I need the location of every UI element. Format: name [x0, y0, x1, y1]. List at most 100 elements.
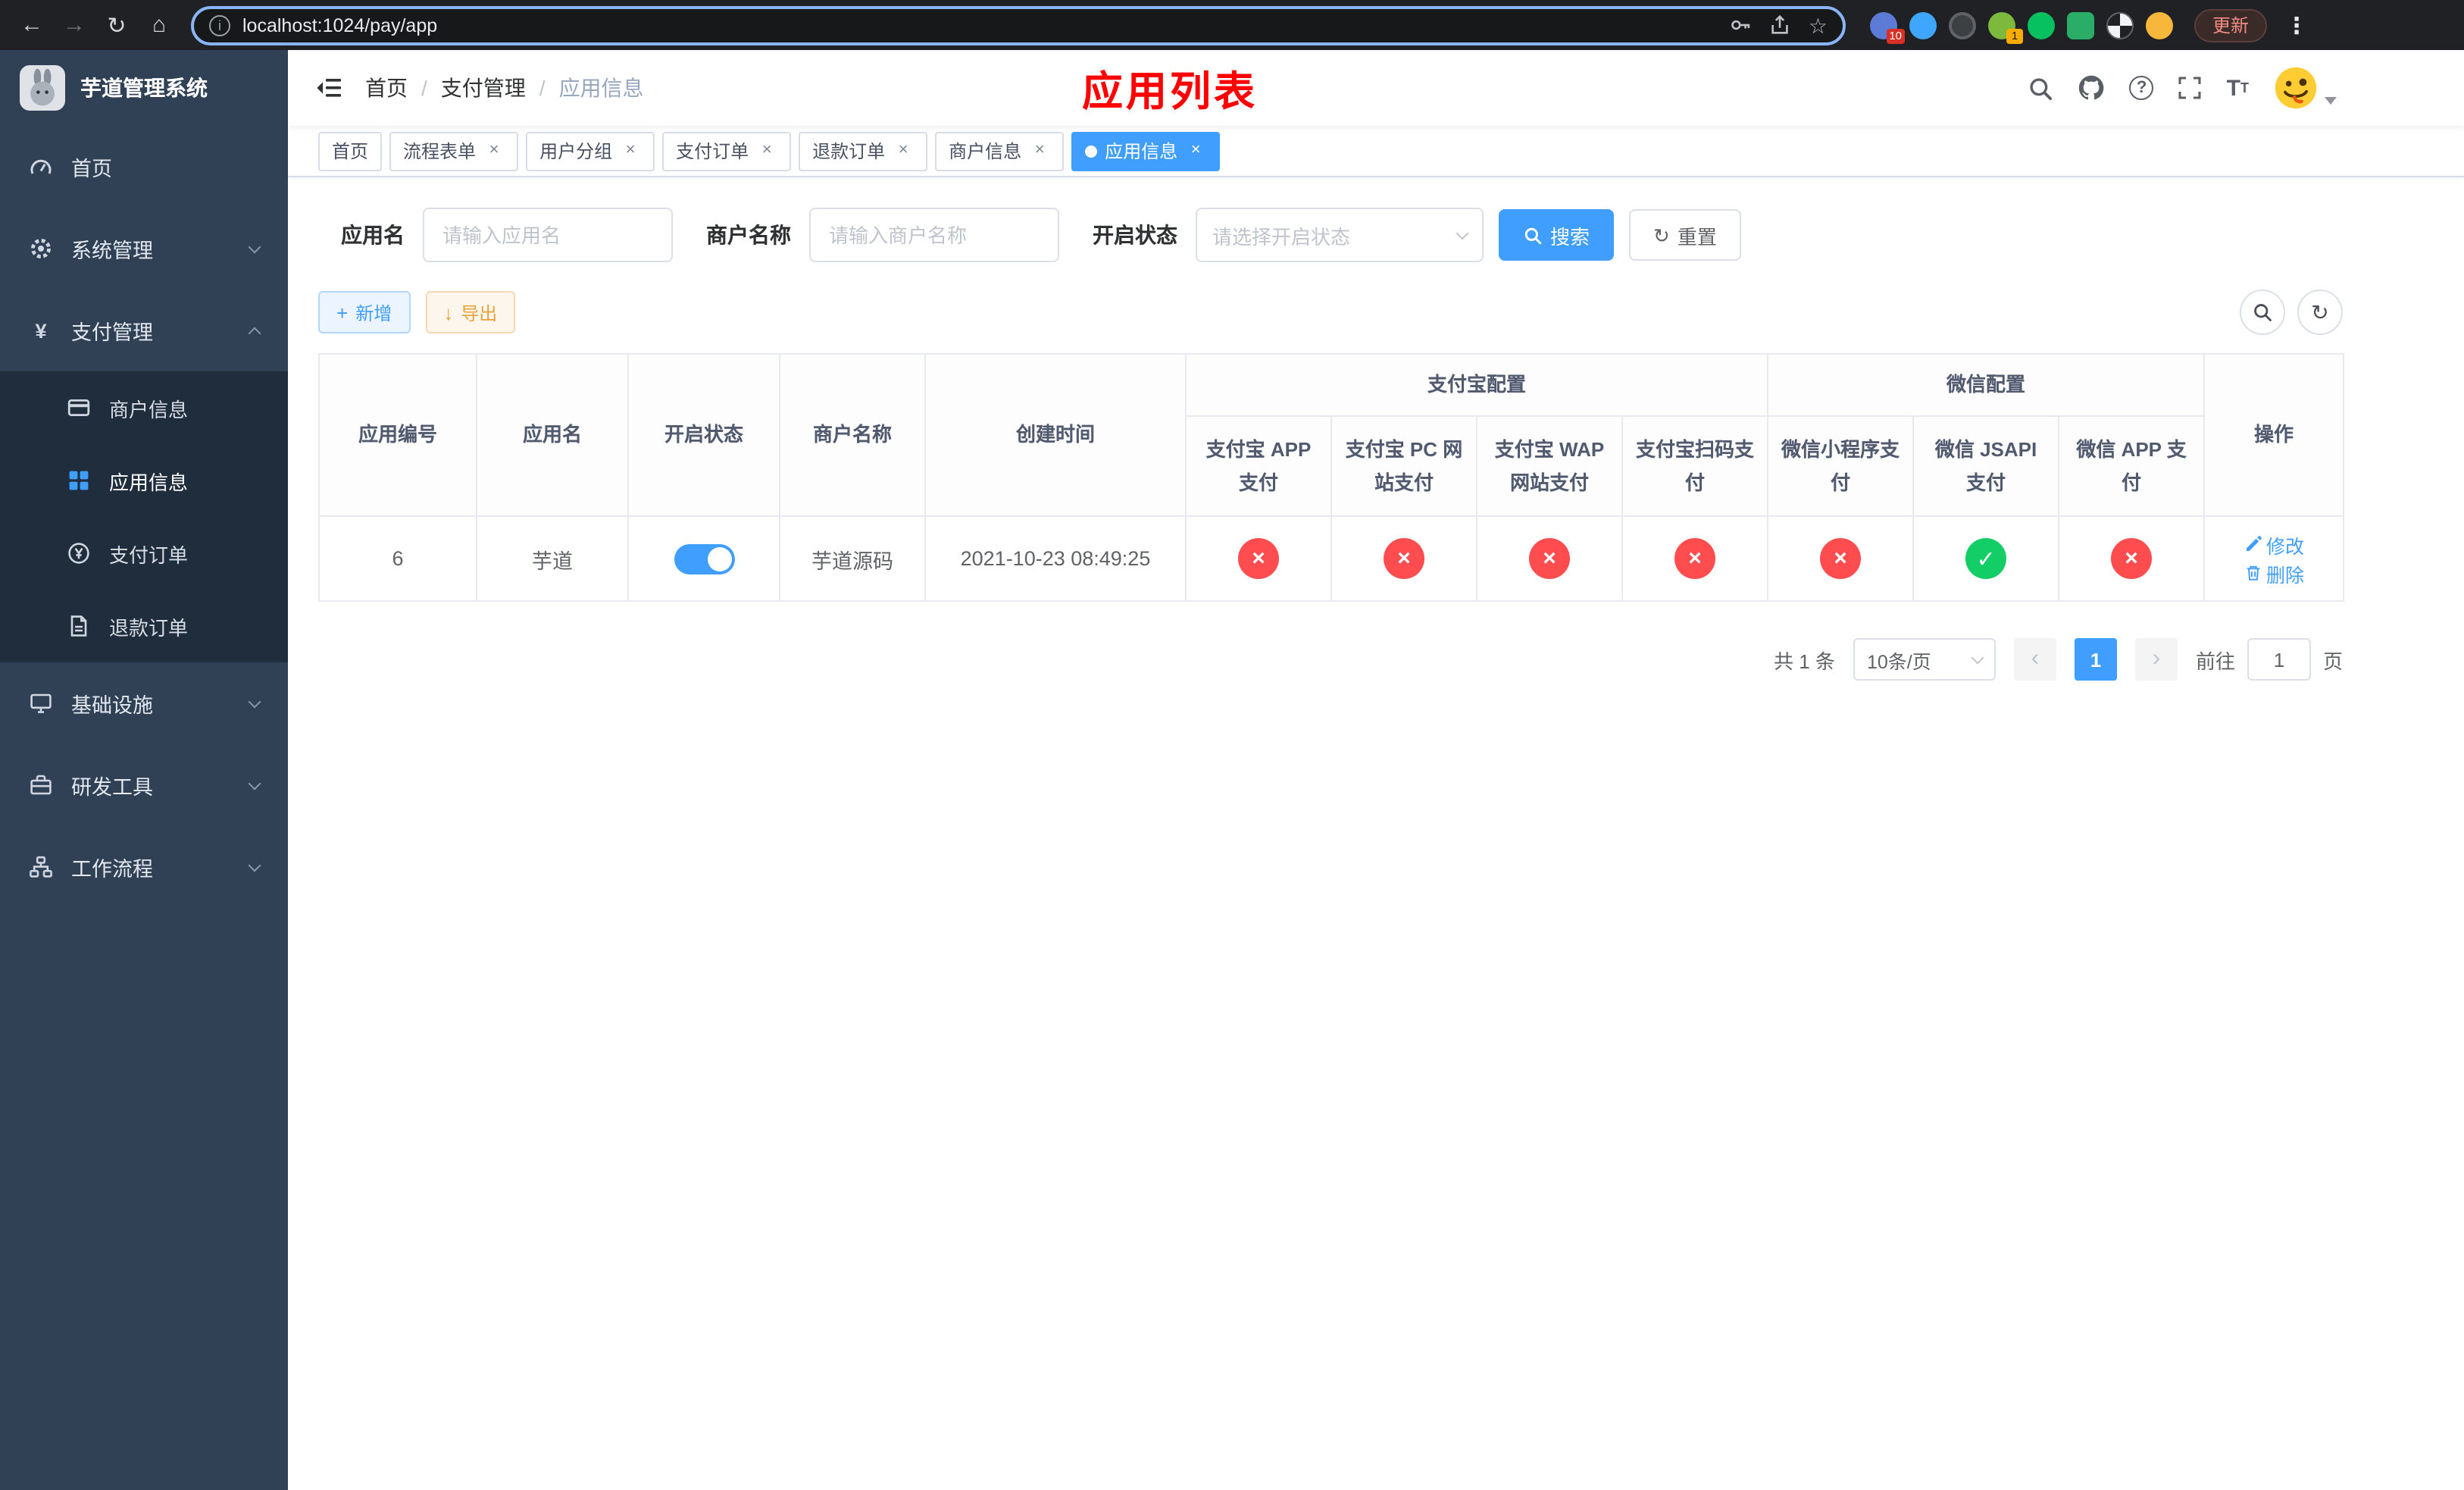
col-header-alipay-app: 支付宝 APP 支付: [1185, 415, 1332, 518]
col-header-alipay-qr: 支付宝扫码支付: [1621, 415, 1769, 518]
delete-link-label: 删除: [2266, 565, 2305, 587]
refund-order-icon: [67, 614, 91, 638]
sidebar-item-system[interactable]: 系统管理: [0, 208, 288, 290]
search-button[interactable]: 搜索: [1499, 209, 1615, 261]
tab-close-icon[interactable]: ×: [756, 140, 777, 161]
tab-label: 应用信息: [1105, 141, 1178, 162]
tab-home[interactable]: 首页: [318, 131, 383, 171]
group-header-wechat: 微信配置: [1767, 352, 2206, 418]
add-button[interactable]: + 新增: [318, 291, 411, 333]
browser-reload-button[interactable]: ↻: [97, 5, 136, 45]
toggle-search-button[interactable]: [2240, 290, 2285, 335]
tab-process-form[interactable]: 流程表单 ×: [389, 131, 519, 171]
goto-page-input[interactable]: [2247, 638, 2311, 681]
extension-icon-8[interactable]: [2146, 11, 2173, 39]
help-icon[interactable]: ?: [2129, 76, 2154, 100]
password-key-icon[interactable]: [1730, 14, 1753, 36]
tab-close-icon[interactable]: ×: [483, 140, 505, 161]
col-header-app-name: 应用名: [476, 352, 629, 518]
col-header-alipay-wap: 支付宝 WAP 网站支付: [1476, 415, 1623, 518]
sidebar: 芋道管理系统 首页 系统管理 ¥ 支付管理 商户信息 应用信息 支付订单 退款订…: [0, 50, 288, 1490]
sidebar-item-pay-order[interactable]: 支付订单: [0, 517, 288, 590]
pen-icon: [2246, 536, 2261, 552]
browser-menu-icon[interactable]: ⋮: [2276, 11, 2317, 39]
tab-close-icon[interactable]: ×: [893, 140, 914, 161]
search-icon[interactable]: [2028, 75, 2054, 101]
sidebar-item-label: 研发工具: [71, 776, 153, 799]
tab-merchant-info[interactable]: 商户信息 ×: [935, 131, 1065, 171]
breadcrumb-payment[interactable]: 支付管理: [408, 73, 526, 103]
page-size-select[interactable]: 10条/页: [1853, 638, 1996, 681]
tab-user-group[interactable]: 用户分组 ×: [526, 131, 655, 171]
github-icon[interactable]: [2078, 74, 2106, 102]
font-size-icon[interactable]: TT: [2227, 77, 2249, 99]
app-title: 芋道管理系统: [80, 76, 208, 100]
merchant-name-label: 商户名称: [706, 223, 791, 247]
bookmark-star-icon[interactable]: ☆: [1809, 14, 1828, 36]
refresh-table-button[interactable]: ↻: [2297, 290, 2343, 335]
browser-home-button[interactable]: ⌂: [139, 5, 179, 45]
sidebar-item-app-info[interactable]: 应用信息: [0, 444, 288, 517]
grid-icon: [67, 468, 91, 493]
sidebar-item-devtools[interactable]: 研发工具: [0, 744, 288, 826]
chevron-down-icon: [1971, 650, 1984, 664]
search-form: 应用名 商户名称 开启状态 请选择开启状态 搜索 ↻ 重置: [318, 208, 2343, 262]
export-button[interactable]: ↓ 导出: [425, 291, 516, 333]
prev-page-button[interactable]: ‹: [2013, 638, 2056, 681]
app-name-input[interactable]: [423, 208, 673, 262]
tab-close-icon[interactable]: ×: [1185, 140, 1206, 161]
address-bar[interactable]: i localhost:1024/pay/app ☆: [191, 5, 1846, 45]
status-icon: ×: [1529, 538, 1570, 580]
site-info-icon[interactable]: i: [209, 14, 230, 36]
extension-icon-4[interactable]: 1: [1988, 11, 2023, 43]
browser-update-button[interactable]: 更新: [2194, 8, 2268, 42]
sidebar-item-payment[interactable]: ¥ 支付管理: [0, 290, 288, 371]
sidebar-item-refund-order[interactable]: 退款订单: [0, 590, 288, 662]
next-page-button[interactable]: ›: [2134, 638, 2178, 681]
col-header-merchant: 商户名称: [779, 352, 926, 518]
page-number-1[interactable]: 1: [2074, 638, 2117, 681]
browser-back-button[interactable]: ←: [12, 5, 52, 45]
status-label: 开启状态: [1093, 223, 1177, 247]
extension-icon-6[interactable]: [2067, 11, 2094, 39]
status-select[interactable]: 请选择开启状态: [1196, 208, 1484, 262]
enabled-toggle[interactable]: [674, 543, 734, 574]
col-header-wechat-mini: 微信小程序支付: [1767, 415, 1915, 518]
sidebar-item-label: 支付管理: [71, 321, 153, 344]
app-name-label: 应用名: [341, 223, 405, 247]
sidebar-fold-icon[interactable]: [315, 76, 342, 100]
extension-icon-1[interactable]: 10: [1870, 11, 1905, 43]
cell-merchant: 芋道源码: [779, 515, 926, 603]
extension-icon-3[interactable]: [1949, 11, 1976, 39]
user-menu[interactable]: [2273, 65, 2337, 111]
reset-button[interactable]: ↻ 重置: [1629, 209, 1741, 261]
tab-close-icon[interactable]: ×: [620, 140, 641, 161]
extension-icon-7[interactable]: [2106, 11, 2134, 39]
breadcrumb-home[interactable]: 首页: [365, 73, 408, 103]
goto-label: 前往: [2195, 650, 2235, 673]
sidebar-item-workflow[interactable]: 工作流程: [0, 826, 288, 908]
tab-close-icon[interactable]: ×: [1029, 140, 1050, 161]
delete-link[interactable]: 删除: [2244, 559, 2304, 587]
sidebar-item-infra[interactable]: 基础设施: [0, 662, 288, 744]
sidebar-item-label: 应用信息: [109, 471, 189, 493]
browser-forward-button[interactable]: →: [55, 5, 94, 45]
sidebar-item-label: 商户信息: [109, 398, 189, 421]
extension-icon-5[interactable]: [2028, 11, 2055, 39]
extension-icon-2[interactable]: [1909, 11, 1937, 39]
tab-pay-order[interactable]: 支付订单 ×: [662, 131, 792, 171]
edit-link[interactable]: 修改: [2244, 530, 2304, 559]
status-select-placeholder: 请选择开启状态: [1212, 225, 1351, 248]
chevron-down-icon: [248, 776, 261, 790]
col-header-alipay-pc: 支付宝 PC 网站支付: [1330, 415, 1477, 518]
tab-refund-order[interactable]: 退款订单 ×: [799, 131, 928, 171]
navbar-actions: ? TT: [2028, 65, 2337, 111]
sidebar-item-merchant-info[interactable]: 商户信息: [0, 371, 288, 444]
share-icon[interactable]: [1769, 14, 1792, 36]
sidebar-item-label: 退款订单: [109, 616, 189, 639]
pay-order-icon: [67, 541, 91, 565]
sidebar-item-home[interactable]: 首页: [0, 126, 288, 208]
merchant-name-input[interactable]: [809, 208, 1059, 262]
tab-app-info[interactable]: 应用信息 ×: [1071, 131, 1221, 171]
fullscreen-icon[interactable]: [2178, 76, 2203, 100]
